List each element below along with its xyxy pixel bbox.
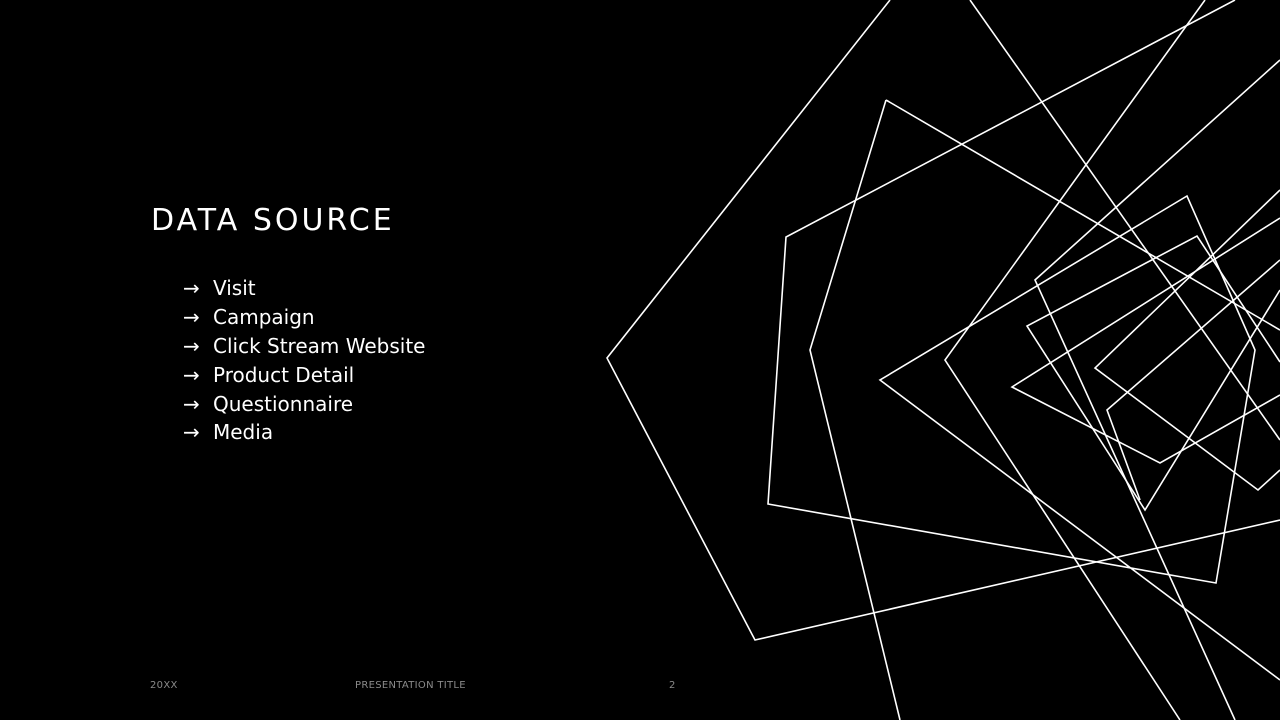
line-art-shape-2 (969, 0, 1280, 441)
footer-date: 20XX (150, 680, 178, 691)
line-art-shape-10 (1010, 217, 1280, 464)
arrow-right-icon: → (183, 305, 200, 330)
list-item: → Campaign (183, 303, 425, 332)
slide-title: DATA SOURCE (151, 203, 395, 238)
list-item: → Questionnaire (183, 389, 425, 418)
footer-presentation-title: PRESENTATION TITLE (355, 680, 466, 691)
line-art-shape-6 (944, 0, 1206, 720)
list-item: → Click Stream Website (183, 332, 425, 361)
bullet-text: Product Detail (213, 362, 355, 387)
arrow-right-icon: → (183, 420, 200, 445)
bullet-text: Visit (213, 276, 256, 301)
arrow-right-icon: → (183, 276, 200, 301)
slide: DATA SOURCE → Visit → Campaign → Click S… (0, 0, 1280, 720)
arrow-right-icon: → (183, 333, 200, 358)
line-art-shape-5 (809, 99, 901, 720)
footer-page-number: 2 (669, 680, 676, 691)
line-art-shape-8 (1025, 234, 1280, 512)
bullet-list: → Visit → Campaign → Click Stream Websit… (183, 274, 425, 447)
arrow-right-icon: → (183, 362, 200, 387)
bullet-text: Click Stream Website (213, 333, 426, 358)
line-art-shape-1 (606, 0, 1280, 641)
line-art-shape-7 (1034, 59, 1280, 720)
bullet-text: Campaign (213, 305, 315, 330)
line-art-shape-11 (1106, 259, 1280, 501)
list-item: → Visit (183, 274, 425, 303)
list-item: → Product Detail (183, 360, 425, 389)
arrow-right-icon: → (183, 391, 200, 416)
list-item: → Media (183, 418, 425, 447)
bullet-text: Questionnaire (213, 391, 354, 416)
bullet-text: Media (213, 420, 274, 445)
